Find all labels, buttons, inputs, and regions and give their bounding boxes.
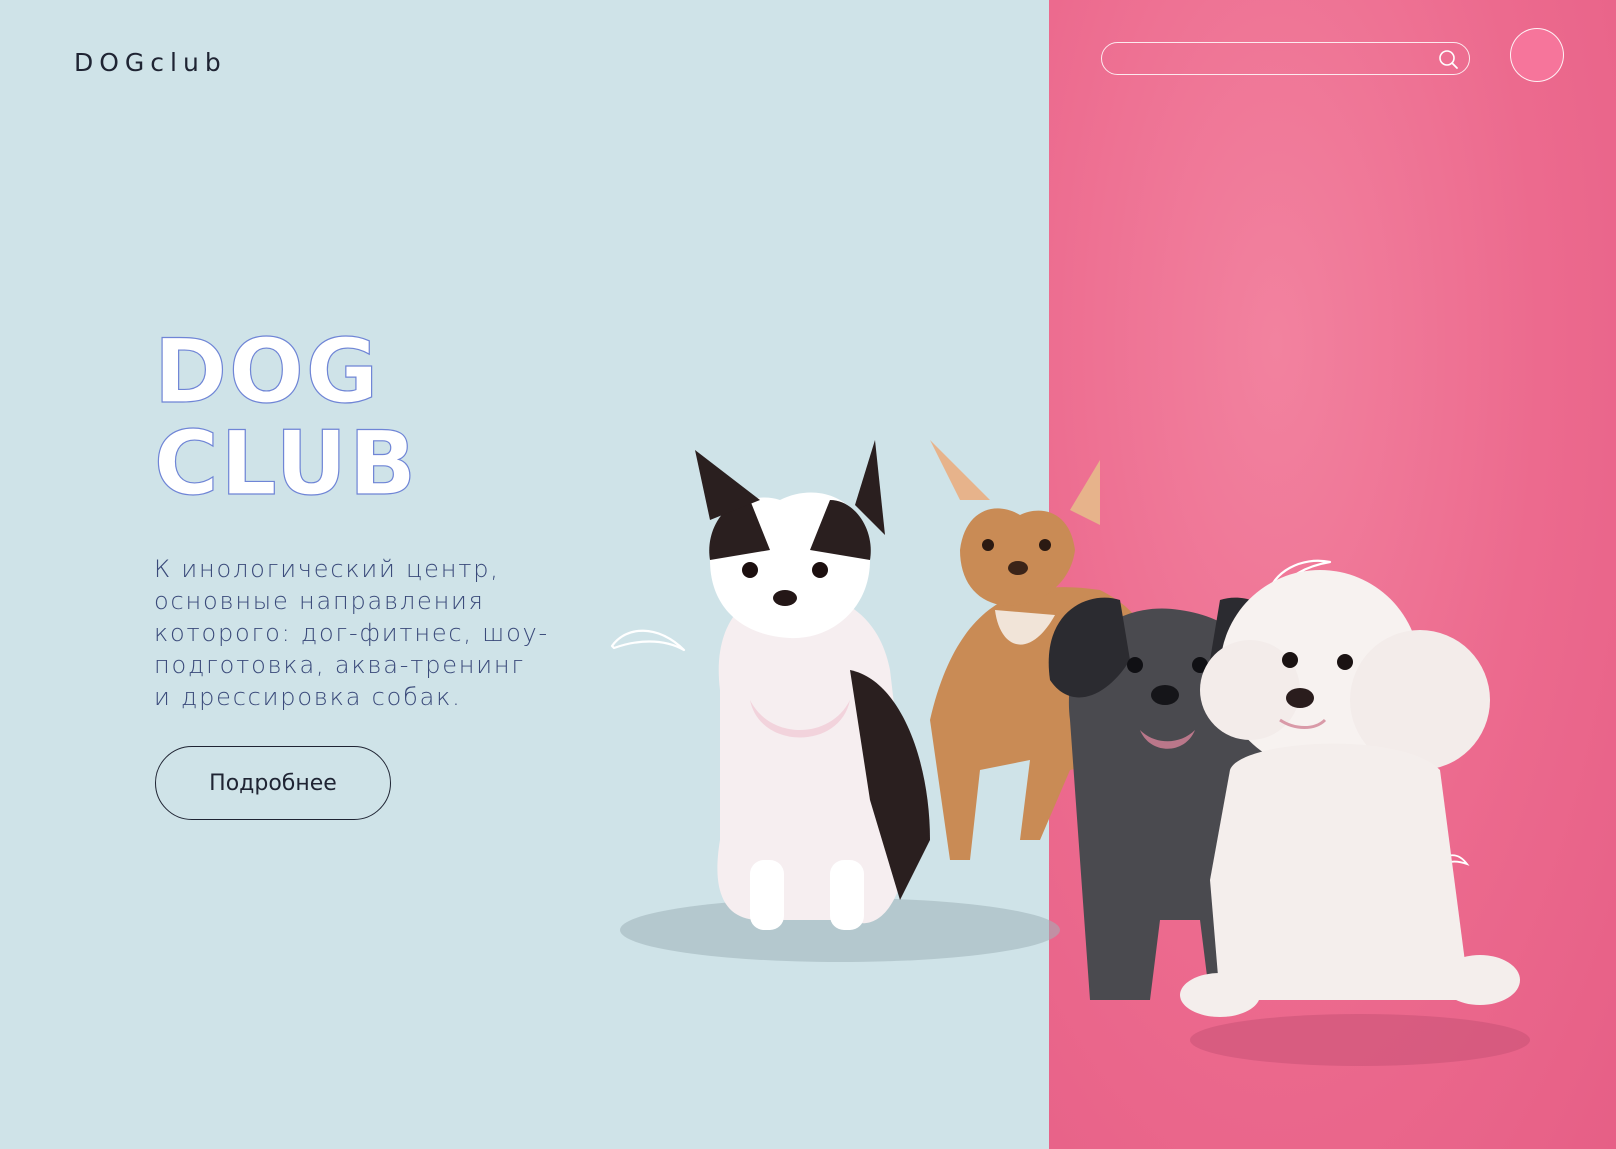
- description-line: К инологический центр,: [154, 555, 500, 583]
- search-input[interactable]: [1116, 43, 1420, 75]
- avatar[interactable]: [1510, 28, 1564, 82]
- hero-title-line: CLUB: [153, 412, 419, 515]
- search-bar[interactable]: [1101, 42, 1470, 75]
- hero-title: DOG CLUB: [153, 320, 419, 515]
- hero-title-line: DOG: [153, 320, 381, 423]
- dogs-photo: [620, 440, 1530, 1066]
- white-poodle: [1180, 570, 1520, 1017]
- black-white-chihuahua: [695, 440, 930, 930]
- search-icon[interactable]: [1437, 48, 1459, 70]
- logo[interactable]: DOGclub: [74, 48, 227, 77]
- description-line: которого: дог-фитнес, шоу-: [154, 619, 550, 647]
- hero-description: К инологический центр, основные направле…: [154, 553, 554, 713]
- description-line: и дрессировка собак.: [154, 683, 462, 711]
- more-button[interactable]: Подробнее: [155, 746, 391, 820]
- description-line: основные направления: [154, 587, 485, 615]
- description-line: подготовка, аква-тренинг: [154, 651, 525, 679]
